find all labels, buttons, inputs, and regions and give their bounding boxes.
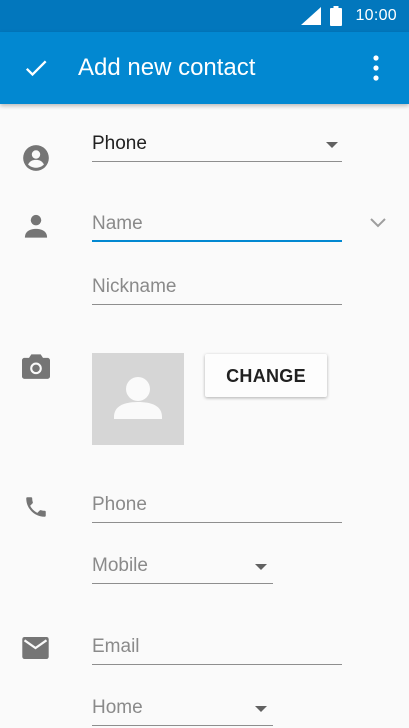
phone-placeholder: Phone [92, 494, 147, 515]
contact-photo-placeholder[interactable] [92, 353, 184, 445]
page-title: Add new contact [78, 54, 256, 81]
account-select-value: Phone [92, 133, 147, 154]
phone-type-select[interactable]: Mobile [92, 549, 273, 584]
person-icon [114, 377, 162, 419]
email-icon [22, 637, 49, 659]
more-vert-icon[interactable] [364, 52, 388, 84]
email-placeholder: Email [92, 636, 140, 657]
name-placeholder: Name [92, 213, 143, 234]
check-icon[interactable] [22, 54, 50, 82]
name-input[interactable]: Name [92, 207, 342, 242]
camera-icon [22, 354, 50, 379]
status-bar: 10:00 [0, 0, 409, 32]
phone-input[interactable]: Phone [92, 488, 342, 523]
nickname-input[interactable]: Nickname [92, 270, 342, 305]
chevron-down-icon[interactable] [368, 215, 388, 231]
phone-type-value: Mobile [92, 555, 148, 576]
change-photo-button[interactable]: CHANGE [205, 354, 327, 397]
email-input[interactable]: Email [92, 630, 342, 665]
email-type-value: Home [92, 697, 143, 718]
email-type-select[interactable]: Home [92, 691, 273, 726]
dropdown-arrow-icon [255, 706, 267, 712]
dropdown-arrow-icon [255, 564, 267, 570]
nickname-placeholder: Nickname [92, 276, 177, 297]
account-select[interactable]: Phone [92, 127, 342, 162]
battery-icon [330, 6, 342, 26]
phone-icon [26, 497, 46, 517]
signal-icon [301, 7, 321, 25]
app-bar: Add new contact [0, 32, 409, 104]
person-icon [24, 214, 48, 238]
dropdown-arrow-icon [326, 142, 338, 148]
status-time: 10:00 [355, 7, 397, 24]
account-circle-icon [23, 145, 49, 171]
